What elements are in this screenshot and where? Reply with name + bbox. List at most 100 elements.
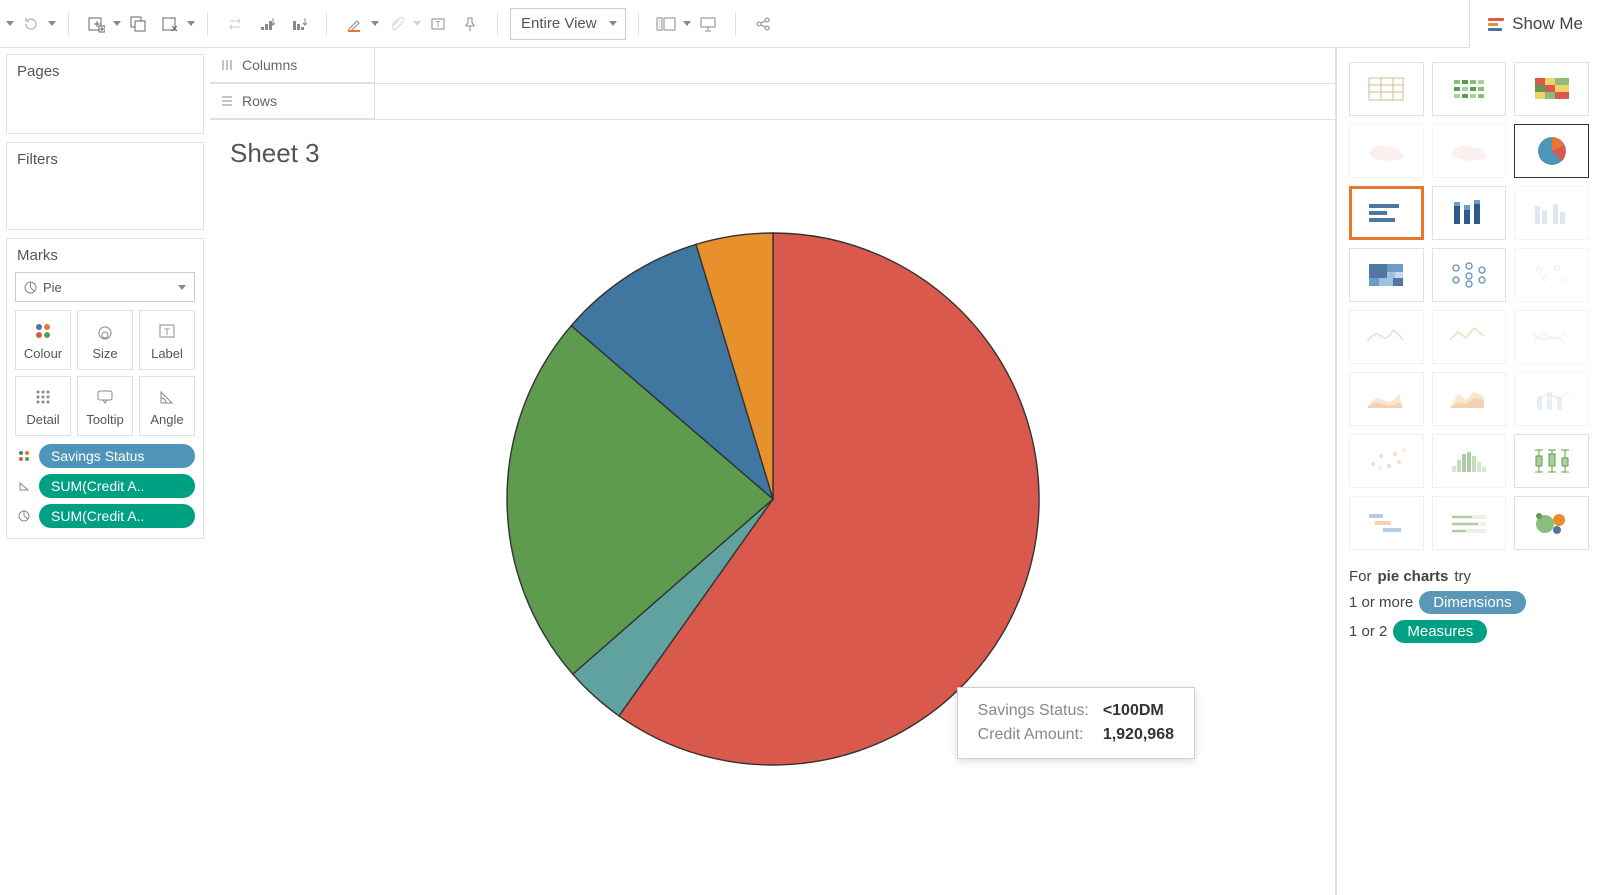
sm-hint-dims: 1 or more Dimensions [1349,591,1589,614]
angle-icon [15,509,33,523]
pill-sum-credit-angle[interactable]: SUM(Credit A.. [39,504,195,528]
share-icon[interactable] [748,9,778,39]
highlight-caret[interactable] [371,21,379,26]
size-icon [15,479,33,493]
sm-area-disc[interactable] [1432,372,1507,426]
show-me-icon [1488,18,1504,31]
sm-hbar[interactable] [1349,186,1424,240]
chevron-down-icon [609,21,617,26]
mark-size[interactable]: Size [77,310,133,370]
new-ws-caret[interactable] [113,21,121,26]
mark-type-label: Pie [43,280,62,295]
fit-selector[interactable]: Entire View [510,8,626,40]
pill-row[interactable]: SUM(Credit A.. [15,474,195,498]
mark-detail[interactable]: Detail [15,376,71,436]
tooltip: Savings Status:<100DM Credit Amount:1,92… [957,687,1195,759]
show-hide-cards-icon[interactable] [651,9,681,39]
sm-side-bar[interactable] [1514,186,1589,240]
badge-measures: Measures [1393,620,1487,643]
clear-sheet-icon[interactable] [155,9,185,39]
mark-angle[interactable]: Angle [139,376,195,436]
sort-asc-icon[interactable] [252,9,282,39]
left-sidebar: Pages Filters Marks Pie Colour [0,48,210,895]
sheet-title: Sheet 3 [230,138,1315,169]
show-me-panel: ++ For pie charts try 1 or more Dimensio… [1336,48,1601,895]
columns-icon [220,58,234,72]
show-me-label: Show Me [1512,14,1583,34]
svg-text:+: + [1377,464,1383,475]
toolbar-left-caret[interactable] [6,21,14,26]
sm-filled-map[interactable] [1432,124,1507,178]
columns-label: Columns [242,57,297,73]
clear-caret[interactable] [187,21,195,26]
pill-list: Savings Status SUM(Credit A.. SUM(Credit… [7,444,203,538]
pin-icon[interactable] [455,9,485,39]
svg-text:T: T [164,327,170,337]
swap-icon[interactable] [220,9,250,39]
pie-icon [24,281,37,294]
toolbar: T Entire View [0,0,1601,48]
mark-type-selector[interactable]: Pie [15,272,195,302]
badge-dimensions: Dimensions [1419,591,1525,614]
sm-histogram[interactable] [1432,434,1507,488]
sm-area-cont[interactable] [1349,372,1424,426]
label-icon: T [156,320,178,342]
refresh-icon[interactable] [16,9,46,39]
sm-symbol-map[interactable] [1349,124,1424,178]
sm-hint-title: For pie charts try [1349,568,1589,585]
attach-icon[interactable] [381,9,411,39]
sm-pie[interactable] [1514,124,1589,178]
highlight-icon[interactable] [339,9,369,39]
label-toggle-icon[interactable]: T [423,9,453,39]
new-worksheet-icon[interactable] [81,9,111,39]
duplicate-icon[interactable] [123,9,153,39]
colour-icon [32,320,54,342]
sm-stacked-bar[interactable] [1432,186,1507,240]
columns-shelf[interactable]: Columns [210,48,1336,84]
sort-desc-icon[interactable] [284,9,314,39]
filters-panel[interactable]: Filters [6,142,204,230]
sm-line-cont[interactable] [1349,310,1424,364]
tooltip-icon [94,386,116,408]
rows-shelf[interactable]: Rows [210,84,1336,120]
sm-line-disc[interactable] [1432,310,1507,364]
mark-colour[interactable]: Colour [15,310,71,370]
pill-sum-credit-size[interactable]: SUM(Credit A.. [39,474,195,498]
sm-treemap[interactable] [1349,248,1424,302]
pages-panel[interactable]: Pages [6,54,204,134]
fit-selector-label: Entire View [521,15,597,32]
svg-text:T: T [436,20,441,29]
sm-bullet[interactable] [1432,496,1507,550]
colour-icon [15,449,33,463]
sm-packed-bubbles[interactable] [1514,496,1589,550]
sm-scatter[interactable]: ++ [1349,434,1424,488]
sm-box-plot[interactable] [1514,434,1589,488]
cards-caret[interactable] [683,21,691,26]
show-me-tab[interactable]: Show Me [1469,0,1601,48]
sm-heat-map[interactable] [1432,62,1507,116]
pill-row[interactable]: Savings Status [15,444,195,468]
filters-title: Filters [7,143,203,176]
svg-text:+: + [1401,446,1407,457]
sm-hint-meas: 1 or 2 Measures [1349,620,1589,643]
mark-tooltip[interactable]: Tooltip [77,376,133,436]
sm-highlight-table[interactable] [1514,62,1589,116]
sm-dual-line[interactable] [1514,310,1589,364]
sm-dual-combo[interactable] [1514,372,1589,426]
worksheet-area: Columns Rows Sheet 3 Savings Status:<100… [210,48,1336,895]
pill-savings-status[interactable]: Savings Status [39,444,195,468]
sm-side-circle[interactable] [1514,248,1589,302]
presentation-icon[interactable] [693,9,723,39]
rows-label: Rows [242,93,277,109]
attach-caret[interactable] [413,21,421,26]
mark-label[interactable]: T Label [139,310,195,370]
sm-circle-view[interactable] [1432,248,1507,302]
sm-gantt[interactable] [1349,496,1424,550]
marks-panel: Marks Pie Colour Size T [6,238,204,539]
sheet-canvas[interactable]: Sheet 3 Savings Status:<100DM Credit Amo… [210,120,1336,895]
sm-text-table[interactable] [1349,62,1424,116]
rows-icon [220,94,234,108]
marks-title: Marks [7,239,203,272]
pill-row[interactable]: SUM(Credit A.. [15,504,195,528]
refresh-caret[interactable] [48,21,56,26]
